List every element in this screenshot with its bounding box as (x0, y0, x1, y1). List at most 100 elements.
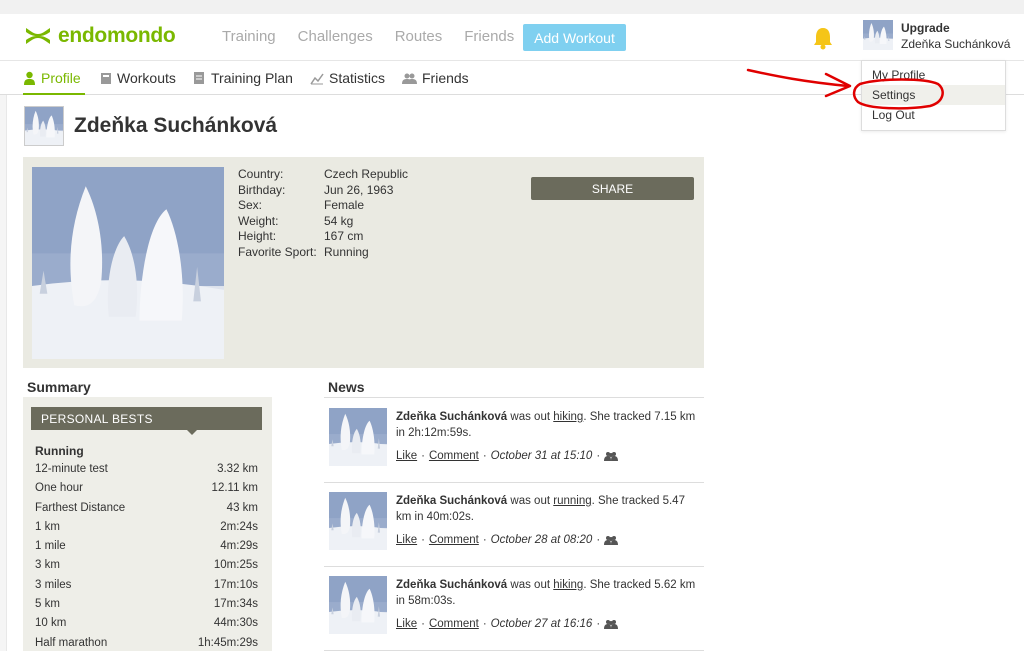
meta-separator: · (482, 534, 487, 546)
news-author[interactable]: Zdeňka Suchánková (396, 411, 507, 423)
pb-row: 12-minute test 3.32 km (35, 463, 258, 482)
comment-link[interactable]: Comment (429, 450, 479, 462)
detail-label: Favorite Sport: (238, 244, 317, 259)
pb-row: Half marathon 1h:45m:29s (35, 637, 258, 656)
pb-value: 4m:29s (220, 540, 258, 553)
pb-label: 12-minute test (35, 463, 108, 475)
training-plan-icon (194, 72, 204, 84)
detail-value: Female (324, 198, 365, 212)
meta-separator: · (482, 618, 487, 630)
user-avatar[interactable] (863, 20, 893, 50)
news-meta: Like · Comment · October 28 at 08:20 · (396, 534, 619, 546)
like-link[interactable]: Like (396, 534, 417, 546)
pb-value: 2m:24s (220, 520, 258, 533)
news-pre: was out (507, 495, 554, 507)
subnav-training-plan-label: Training Plan (211, 70, 293, 86)
menu-item-settings[interactable]: Settings (862, 85, 1005, 105)
detail-label: Sex: (238, 198, 263, 212)
news-date[interactable]: October 28 at 08:20 (491, 534, 593, 546)
nav-training[interactable]: Training (222, 28, 276, 45)
news-thumbnail[interactable] (329, 408, 387, 466)
pb-label: Half marathon (35, 636, 108, 649)
share-button[interactable]: SHARE (531, 177, 694, 200)
pb-row: 3 miles 17m:10s (35, 579, 258, 598)
subnav-friends[interactable]: Friends (402, 70, 469, 86)
profile-name: Zdeňka Suchánková (74, 114, 278, 137)
upgrade-link[interactable]: Upgrade (901, 21, 950, 35)
pb-header-notch (187, 430, 197, 435)
detail-row: Sex: Female (238, 198, 408, 214)
personal-bests-list: 12-minute test 3.32 km One hour 12.11 km F… (35, 463, 258, 656)
pb-value: 3.32 km (217, 463, 258, 475)
meta-separator: · (596, 618, 601, 630)
pb-value: 1h:45m:29s (197, 636, 258, 649)
like-link[interactable]: Like (396, 450, 417, 462)
personal-bests-header[interactable]: PERSONAL BESTS (31, 407, 262, 430)
pb-label: One hour (35, 482, 83, 495)
user-dropdown-menu: My Profile Settings Log Out (861, 60, 1006, 131)
brand-name: endomondo (58, 24, 176, 47)
news-author[interactable]: Zdeňka Suchánková (396, 579, 507, 591)
header-username[interactable]: Zdeňka Suchánková (901, 37, 1010, 51)
news-date[interactable]: October 27 at 16:16 (491, 618, 593, 630)
pb-label: 3 miles (35, 578, 72, 591)
nav-friends[interactable]: Friends (464, 28, 514, 45)
site-header: endomondo Training Challenges Routes Fri… (0, 14, 1024, 61)
news-pre: was out (507, 579, 554, 591)
subnav-training-plan[interactable]: Training Plan (193, 70, 293, 86)
news-thumbnail[interactable] (329, 576, 387, 634)
news-meta: Like · Comment · October 31 at 15:10 · (396, 450, 619, 462)
pb-value: 17m:34s (213, 598, 258, 611)
subnav-profile[interactable]: Profile (23, 70, 81, 86)
detail-row: Favorite Sport: Running (238, 245, 408, 261)
meta-separator: · (421, 618, 425, 630)
nav-challenges[interactable]: Challenges (298, 28, 373, 45)
visibility-friends-icon (604, 620, 619, 629)
pb-row: Farthest Distance 43 km (35, 502, 258, 521)
pb-value: 44m:30s (213, 617, 258, 630)
pb-label: 5 km (35, 598, 60, 611)
subnav-statistics[interactable]: Statistics (310, 70, 385, 86)
news-pre: was out (507, 411, 554, 423)
news-thumbnail[interactable] (329, 492, 387, 550)
pb-value: 10m:25s (213, 559, 258, 572)
workouts-icon (101, 72, 111, 84)
detail-label: Weight: (238, 213, 279, 228)
news-activity-link[interactable]: hiking (553, 579, 583, 591)
news-item: Zdeňka Suchánková was out hiking. She tr… (324, 398, 704, 483)
profile-avatar (24, 106, 64, 146)
pb-sport-label: Running (35, 444, 84, 458)
like-link[interactable]: Like (396, 618, 417, 630)
subnav-friends-label: Friends (422, 70, 469, 86)
nav-routes[interactable]: Routes (395, 28, 443, 45)
logo[interactable]: endomondo (24, 24, 176, 48)
profile-details: Country: Czech Republic Birthday: Jun 26, … (238, 167, 408, 260)
news-activity-link[interactable]: hiking (553, 411, 583, 423)
statistics-icon (310, 73, 324, 84)
detail-row: Country: Czech Republic (238, 167, 408, 183)
comment-link[interactable]: Comment (429, 618, 479, 630)
detail-label: Height: (238, 229, 277, 243)
meta-separator: · (596, 450, 601, 462)
comment-link[interactable]: Comment (429, 534, 479, 546)
news-author[interactable]: Zdeňka Suchánková (396, 495, 507, 507)
pb-label: Farthest Distance (35, 501, 126, 514)
news-text: Zdeňka Suchánková was out hiking. She tr… (396, 409, 696, 441)
meta-separator: · (421, 450, 425, 462)
news-activity-link[interactable]: running (553, 495, 591, 507)
summary-title: Summary (27, 379, 91, 395)
subnav-workouts[interactable]: Workouts (100, 70, 176, 86)
menu-item-log-out[interactable]: Log Out (862, 105, 1005, 125)
add-workout-button[interactable]: Add Workout (523, 24, 626, 51)
news-meta: Like · Comment · October 27 at 16:16 · (396, 618, 619, 630)
menu-item-my-profile[interactable]: My Profile (862, 65, 1005, 85)
news-date[interactable]: October 31 at 15:10 (491, 450, 593, 462)
meta-separator: · (482, 450, 487, 462)
news-title: News (328, 379, 365, 395)
browser-top-strip (0, 0, 1024, 14)
top-navigation: Training Challenges Routes Friends (222, 28, 536, 45)
notifications-bell-icon[interactable] (812, 26, 834, 55)
meta-separator: · (421, 534, 425, 546)
visibility-friends-icon (604, 452, 619, 461)
pb-row: 3 km 10m:25s (35, 559, 258, 578)
